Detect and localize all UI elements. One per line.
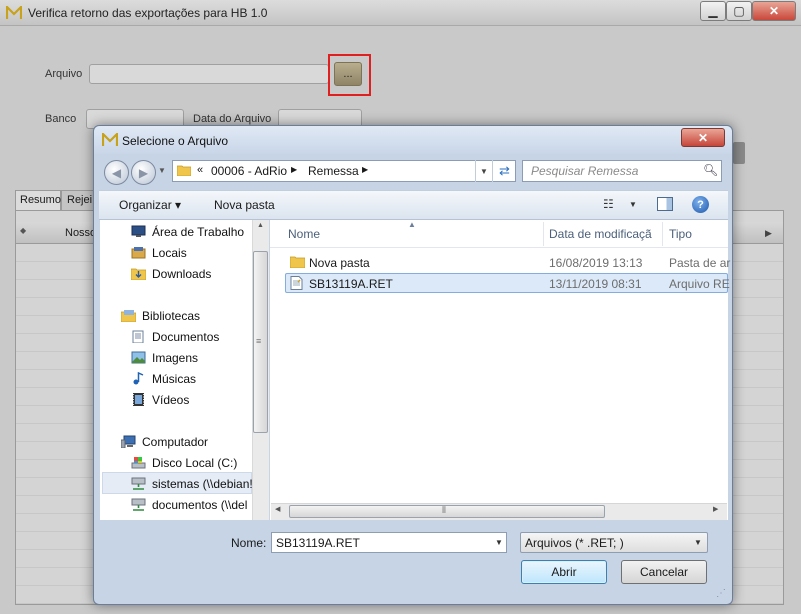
file-name-dropdown-icon[interactable]: ▼ <box>495 538 503 547</box>
scroll-right-icon[interactable]: ▶ <box>713 505 718 513</box>
help-icon[interactable]: ? <box>692 196 709 213</box>
organize-button[interactable]: Organizar ▾ <box>119 198 181 212</box>
computer-icon <box>121 435 136 448</box>
file-row-modified: 13/11/2019 08:31 <box>549 277 642 291</box>
hscroll-thumb[interactable] <box>289 505 605 518</box>
cancel-button[interactable]: Cancelar <box>621 560 707 584</box>
address-overflow[interactable]: « <box>197 164 203 176</box>
minimize-button[interactable]: ▁ <box>700 1 726 21</box>
dialog-close-button[interactable]: ✕ <box>681 128 725 147</box>
local-disk-icon <box>131 457 146 469</box>
main-close-button[interactable]: ✕ <box>752 1 796 21</box>
dialog-title: Selecione o Arquivo <box>122 134 229 148</box>
recent-locations-dropdown-icon[interactable]: ▼ <box>158 166 166 175</box>
folder-icon <box>290 256 305 268</box>
file-row-modified: 16/08/2019 13:13 <box>549 256 643 270</box>
nav-item-bibliotecas[interactable]: Bibliotecas <box>142 309 200 323</box>
file-row-type: Arquivo RE <box>669 277 730 291</box>
nav-item-area-de-trabalho[interactable]: Área de Trabalho <box>152 225 244 239</box>
column-header-nome[interactable]: Nome <box>288 227 320 241</box>
view-options-icon[interactable]: ☷ <box>603 197 614 211</box>
desktop-icon <box>131 225 146 237</box>
browse-button[interactable]: ... <box>334 62 362 86</box>
refresh-icon[interactable]: ⇄ <box>492 160 516 182</box>
address-dropdown-icon[interactable]: ▼ <box>475 160 492 182</box>
resize-grip-icon[interactable]: ⋰ <box>716 588 726 599</box>
app-logo-icon <box>6 6 22 19</box>
column-divider[interactable] <box>543 222 544 246</box>
nav-item-disco-local[interactable]: Disco Local (C:) <box>152 456 237 470</box>
places-icon <box>131 247 146 259</box>
breadcrumb-item[interactable]: 00006 - AdRio <box>211 164 287 178</box>
banco-label: Banco <box>45 113 77 125</box>
downloads-folder-icon <box>131 268 146 280</box>
libraries-icon <box>121 310 136 322</box>
maximize-button[interactable]: ▢ <box>726 1 752 21</box>
main-side-button[interactable] <box>733 142 745 164</box>
file-type-dropdown-icon[interactable]: ▼ <box>694 538 702 547</box>
nav-item-videos[interactable]: Vídeos <box>152 393 189 407</box>
grid-column-nosso[interactable]: Nosso <box>65 227 96 239</box>
grid-row-indicator-icon: ◆ <box>20 226 27 235</box>
forward-arrow-icon: ▶ <box>138 165 149 180</box>
new-folder-button[interactable]: Nova pasta <box>214 198 275 212</box>
dialog-logo-icon <box>102 133 118 146</box>
scroll-left-icon[interactable]: ◀ <box>275 505 280 513</box>
sort-ascending-icon: ▲ <box>408 220 416 229</box>
documents-icon <box>132 330 144 343</box>
nav-item-documentos[interactable]: Documentos <box>152 330 219 344</box>
preview-pane-icon[interactable] <box>657 197 673 211</box>
scroll-up-icon[interactable]: ▲ <box>253 222 268 229</box>
file-row-name[interactable]: Nova pasta <box>309 256 370 270</box>
open-button[interactable]: Abrir <box>521 560 607 584</box>
column-header-tipo[interactable]: Tipo <box>669 227 692 241</box>
column-header-data[interactable]: Data de modificaçã <box>549 227 652 241</box>
file-list-header <box>270 220 728 248</box>
arquivo-input[interactable] <box>89 64 329 84</box>
search-placeholder: Pesquisar Remessa <box>531 164 639 178</box>
forward-button[interactable]: ▶ <box>131 160 156 185</box>
nav-item-downloads[interactable]: Downloads <box>152 267 211 281</box>
network-drive-icon <box>131 477 146 490</box>
view-dropdown-icon[interactable]: ▼ <box>629 200 637 209</box>
music-icon <box>133 372 144 385</box>
file-name-label: Nome: <box>231 536 267 550</box>
search-icon[interactable]: 🔍︎ <box>703 163 718 177</box>
data-arquivo-label: Data do Arquivo <box>193 113 272 125</box>
file-type-select[interactable]: Arquivos (* .RET; ) <box>520 532 708 553</box>
grid-scroll-right-icon[interactable]: ▶ <box>765 228 772 239</box>
file-row-type: Pasta de ar <box>669 256 731 270</box>
network-drive-icon <box>131 498 146 511</box>
nav-item-musicas[interactable]: Músicas <box>152 372 196 386</box>
nav-item-sistemas[interactable]: sistemas (\\debian! <box>152 477 253 491</box>
arquivo-label: Arquivo <box>45 68 83 80</box>
nav-item-documentos-network[interactable]: documentos (\\del <box>152 498 247 512</box>
nav-item-imagens[interactable]: Imagens <box>152 351 198 365</box>
back-button[interactable]: ◀ <box>104 160 129 185</box>
scroll-grip-icon: ≡ <box>256 336 262 346</box>
file-name-input[interactable]: SB13119A.RET <box>271 532 507 553</box>
tab-resumo[interactable]: Resumo <box>15 190 61 210</box>
breadcrumb-separator-icon[interactable]: ▶ <box>362 165 368 174</box>
nav-item-computador[interactable]: Computador <box>142 435 208 449</box>
videos-icon <box>133 393 144 406</box>
pictures-icon <box>131 351 146 364</box>
main-window-title: Verifica retorno das exportações para HB… <box>28 6 268 20</box>
breadcrumb-separator-icon[interactable]: ▶ <box>291 165 297 174</box>
column-divider[interactable] <box>662 222 663 246</box>
file-row-name[interactable]: SB13119A.RET <box>309 277 393 291</box>
back-arrow-icon: ◀ <box>111 165 122 180</box>
scroll-grip-icon: ⦀ <box>442 505 446 515</box>
breadcrumb-item[interactable]: Remessa <box>308 164 359 178</box>
file-icon <box>290 276 303 290</box>
nav-item-locais[interactable]: Locais <box>152 246 187 260</box>
folder-icon <box>177 165 191 176</box>
